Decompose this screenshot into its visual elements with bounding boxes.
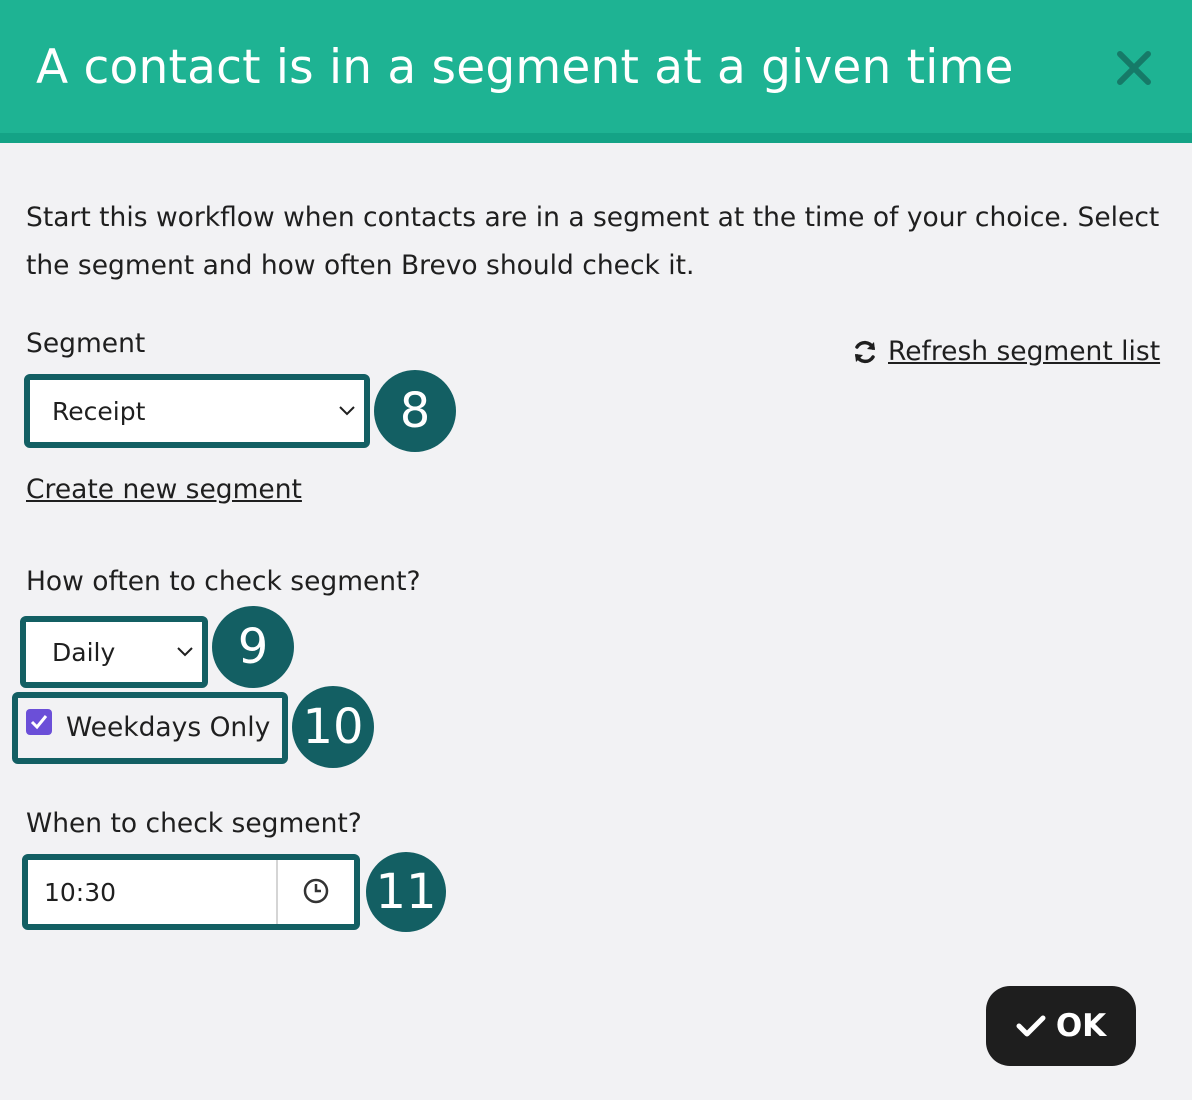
time-input-divider [276, 860, 278, 924]
frequency-select-value: Daily [52, 637, 116, 667]
frequency-select[interactable]: Daily [26, 622, 202, 682]
close-icon [1117, 51, 1151, 85]
segment-select-value: Receipt [52, 396, 146, 426]
dialog-header: A contact is in a segment at a given tim… [0, 0, 1192, 143]
create-new-segment-link[interactable]: Create new segment [26, 473, 302, 507]
annotation-badge-9: 9 [212, 606, 294, 688]
chevron-down-icon [339, 406, 355, 416]
dialog-description: Start this workflow when contacts are in… [26, 202, 1160, 281]
time-label: When to check segment? [26, 808, 362, 839]
segment-select[interactable]: Receipt [30, 380, 364, 442]
refresh-icon [855, 340, 875, 364]
annotation-badge-10: 10 [292, 686, 374, 768]
close-button[interactable] [1112, 46, 1156, 90]
time-input-value: 10:30 [44, 877, 117, 907]
dialog-title: A contact is in a segment at a given tim… [36, 40, 1014, 95]
annotation-badge-8: 8 [374, 370, 456, 452]
ok-button-label: OK [1055, 1008, 1107, 1044]
check-icon [30, 715, 48, 730]
frequency-label: How often to check segment? [26, 566, 421, 597]
check-icon [1016, 1015, 1046, 1037]
refresh-segment-list-label[interactable]: Refresh segment list [888, 334, 1160, 370]
refresh-segment-list-link[interactable]: Refresh segment list [852, 334, 1160, 370]
chevron-down-icon [177, 647, 193, 657]
weekdays-only-checkbox[interactable] [26, 709, 52, 735]
ok-button[interactable]: OK [986, 986, 1136, 1066]
weekdays-only-label[interactable]: Weekdays Only [66, 711, 270, 745]
clock-icon[interactable] [302, 877, 330, 905]
segment-label: Segment [26, 328, 146, 359]
annotation-badge-11: 11 [366, 852, 446, 932]
